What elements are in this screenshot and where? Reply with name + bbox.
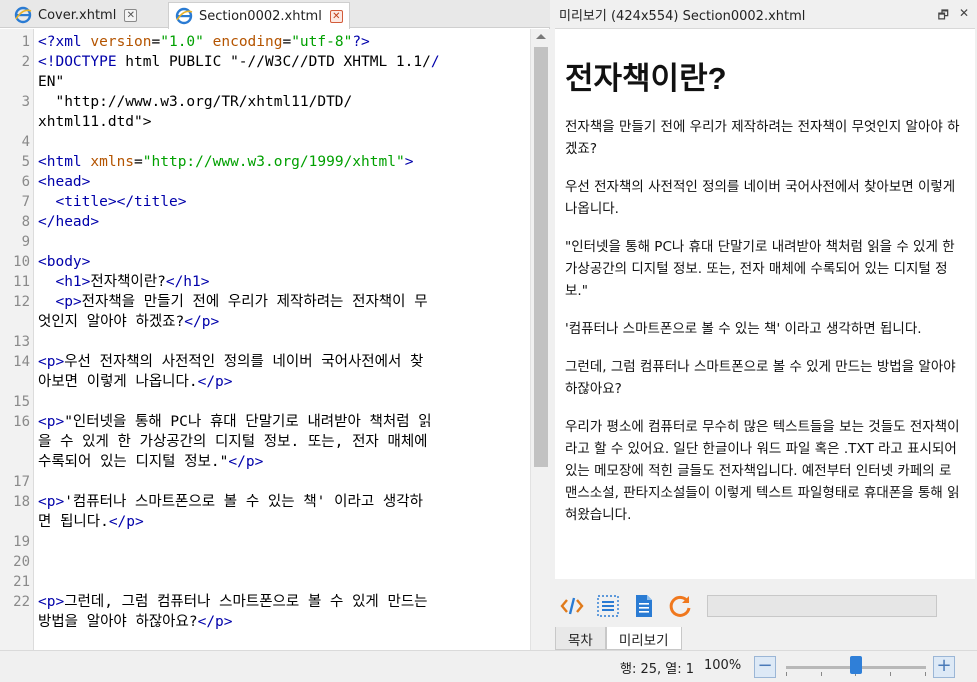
code-line: 엇인지 알아야 하겠죠?</p> bbox=[38, 314, 220, 330]
zoom-tick bbox=[786, 672, 787, 676]
browser-file-icon bbox=[14, 6, 32, 24]
tab-cover[interactable]: Cover.xhtml ✕ bbox=[8, 2, 158, 28]
preview-content: 전자책이란? 전자책을 만들기 전에 우리가 제작하려는 전자책이 무엇인지 알… bbox=[555, 28, 975, 579]
tab-section0002[interactable]: Section0002.xhtml ✕ bbox=[168, 2, 350, 29]
line-number: 12 bbox=[13, 294, 30, 310]
zoom-slider-thumb[interactable] bbox=[850, 656, 862, 674]
preview-address-field[interactable] bbox=[707, 595, 937, 617]
code-line: <head> bbox=[38, 174, 91, 190]
scrollbar-thumb[interactable] bbox=[534, 47, 548, 467]
code-editor[interactable]: 1 <?xml version="1.0" encoding="utf-8"?> 2… bbox=[0, 29, 530, 650]
code-line: 수록되어 있는 디지털 정보."</p> bbox=[38, 454, 264, 470]
zoom-in-button[interactable]: + bbox=[933, 656, 955, 678]
code-line: 을 수 있게 한 가상공간의 디지털 정보. 또는, 전자 매체에 bbox=[38, 434, 428, 450]
line-number: 8 bbox=[21, 214, 30, 230]
line-number: 7 bbox=[21, 194, 30, 210]
line-number: 19 bbox=[13, 534, 30, 550]
code-line: "http://www.w3.org/TR/xhtml11/DTD/ bbox=[38, 94, 353, 110]
code-line: 아보면 이렇게 나옵니다.</p> bbox=[38, 374, 233, 390]
preview-heading: 전자책이란? bbox=[565, 61, 727, 96]
restore-window-icon[interactable]: 🗗 bbox=[938, 6, 949, 27]
line-number: 4 bbox=[21, 134, 30, 150]
preview-paragraph: '컴퓨터나 스마트폰으로 볼 수 있는 책' 이라고 생각하면 됩니다. bbox=[565, 321, 922, 337]
zoom-tick bbox=[925, 672, 926, 676]
list-view-icon[interactable] bbox=[595, 593, 621, 619]
code-line: 방법을 알아야 하잖아요?</p> bbox=[38, 614, 233, 630]
code-line: <p>"인터넷을 통해 PC나 휴대 단말기로 내려받아 책처럼 읽 bbox=[38, 414, 432, 430]
code-line: <!DOCTYPE html PUBLIC "-//W3C//DTD XHTML… bbox=[38, 54, 440, 70]
line-number: 2 bbox=[21, 54, 30, 70]
line-number: 6 bbox=[21, 174, 30, 190]
close-window-icon[interactable]: ✕ bbox=[959, 6, 969, 27]
zoom-out-button[interactable]: − bbox=[754, 656, 776, 678]
line-number: 17 bbox=[13, 474, 30, 490]
line-number: 16 bbox=[13, 414, 30, 430]
tab-preview[interactable]: 미리보기 bbox=[605, 627, 682, 650]
status-bar: 행: 25, 열: 1 100% − + bbox=[0, 650, 977, 682]
line-number: 5 bbox=[21, 154, 30, 170]
code-line: 면 됩니다.</p> bbox=[38, 514, 144, 530]
preview-tabbar: 목차 미리보기 bbox=[555, 627, 975, 650]
scroll-up-arrow-icon[interactable] bbox=[536, 34, 546, 39]
zoom-level: 100% bbox=[704, 658, 742, 673]
line-number: 22 bbox=[13, 594, 30, 610]
tab-section0002-close-icon[interactable]: ✕ bbox=[329, 9, 343, 23]
tab-section0002-label: Section0002.xhtml bbox=[199, 8, 322, 24]
line-number: 1 bbox=[21, 34, 30, 50]
preview-paragraph: 전자책을 만들기 전에 우리가 제작하려는 전자책이 무엇인지 알아야 하겠죠? bbox=[565, 119, 960, 157]
code-line: <body> bbox=[38, 254, 91, 270]
line-number: 15 bbox=[13, 394, 30, 410]
tab-toc[interactable]: 목차 bbox=[555, 627, 606, 650]
code-line: </head> bbox=[38, 214, 100, 230]
preview-paragraph: 우리가 평소에 컴퓨터로 무수히 많은 텍스트들을 보는 것들도 전자책이라고 … bbox=[565, 419, 960, 523]
tab-cover-label: Cover.xhtml bbox=[38, 7, 117, 23]
line-number: 14 bbox=[13, 354, 30, 370]
code-line: <p>전자책을 만들기 전에 우리가 제작하려는 전자책이 무 bbox=[55, 294, 428, 310]
code-line: <html xmlns="http://www.w3.org/1999/xhtm… bbox=[38, 154, 414, 170]
code-line: <p>우선 전자책의 사전적인 정의를 네이버 국어사전에서 찾 bbox=[38, 354, 424, 370]
code-line: <h1>전자책이란?</h1> bbox=[55, 274, 210, 290]
preview-pane: 미리보기 (424x554) Section0002.xhtml 🗗 ✕ 전자책… bbox=[553, 0, 977, 650]
line-number: 11 bbox=[13, 274, 30, 290]
refresh-icon[interactable] bbox=[667, 593, 693, 619]
preview-paragraph: 그런데, 그럼 컴퓨터나 스마트폰으로 볼 수 있게 만드는 방법을 알아야 하… bbox=[565, 359, 956, 397]
tab-cover-close-icon[interactable]: ✕ bbox=[124, 8, 138, 22]
line-number: 20 bbox=[13, 554, 30, 570]
editor-pane: Cover.xhtml ✕ Section0002.xhtml ✕ 1 <?xml… bbox=[0, 0, 550, 650]
line-number: 10 bbox=[13, 254, 30, 270]
line-number: 18 bbox=[13, 494, 30, 510]
line-number: 13 bbox=[13, 334, 30, 350]
document-tabbar: Cover.xhtml ✕ Section0002.xhtml ✕ bbox=[0, 0, 550, 29]
zoom-tick bbox=[821, 672, 822, 676]
code-line: <?xml version="1.0" encoding="utf-8"?> bbox=[38, 34, 370, 50]
code-line: EN" bbox=[38, 74, 65, 90]
preview-toolbar bbox=[553, 588, 977, 624]
editor-vertical-scrollbar[interactable] bbox=[530, 29, 550, 650]
code-view-icon[interactable] bbox=[559, 593, 585, 619]
preview-title: 미리보기 (424x554) Section0002.xhtml bbox=[559, 8, 806, 24]
line-number: 21 bbox=[13, 574, 30, 590]
preview-titlebar: 미리보기 (424x554) Section0002.xhtml 🗗 ✕ bbox=[553, 0, 977, 28]
zoom-tick bbox=[890, 672, 891, 676]
cursor-position: 행: 25, 열: 1 bbox=[620, 662, 695, 677]
preview-paragraph: "인터넷을 통해 PC나 휴대 단말기로 내려받아 책처럼 읽을 수 있게 한 … bbox=[565, 239, 955, 299]
line-number: 9 bbox=[21, 234, 30, 250]
code-line: xhtml11.dtd"> bbox=[38, 114, 152, 130]
code-line: <p>'컴퓨터나 스마트폰으로 볼 수 있는 책' 이라고 생각하 bbox=[38, 494, 423, 510]
app-window: Cover.xhtml ✕ Section0002.xhtml ✕ 1 <?xml… bbox=[0, 0, 977, 682]
code-line: <p>그런데, 그럼 컴퓨터나 스마트폰으로 볼 수 있게 만드는 bbox=[38, 594, 428, 610]
line-number: 3 bbox=[21, 94, 30, 110]
preview-paragraph: 우선 전자책의 사전적인 정의를 네이버 국어사전에서 찾아보면 이렇게 나옵니… bbox=[565, 179, 956, 217]
code-line: <title></title> bbox=[55, 194, 187, 210]
document-view-icon[interactable] bbox=[631, 593, 657, 619]
browser-file-icon bbox=[175, 7, 193, 25]
